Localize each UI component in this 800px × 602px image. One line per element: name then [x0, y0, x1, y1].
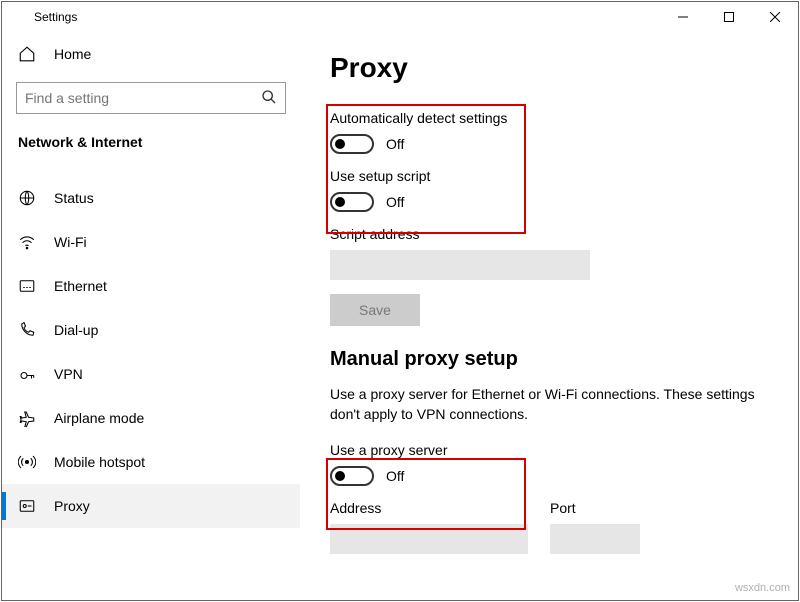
- category-title: Network & Internet: [2, 122, 300, 164]
- save-button[interactable]: Save: [330, 294, 420, 326]
- auto-detect-label: Automatically detect settings: [330, 110, 768, 126]
- script-address-label: Script address: [330, 226, 768, 242]
- sidebar-item-hotspot[interactable]: Mobile hotspot: [2, 440, 300, 484]
- port-input[interactable]: [550, 524, 640, 554]
- wifi-icon: [18, 233, 40, 251]
- window-title: Settings: [34, 10, 77, 24]
- home-link[interactable]: Home: [2, 32, 300, 76]
- setup-script-state: Off: [386, 194, 404, 210]
- use-proxy-state: Off: [386, 468, 404, 484]
- sidebar-item-label: Status: [54, 190, 94, 206]
- use-proxy-label: Use a proxy server: [330, 442, 768, 458]
- airplane-icon: [18, 409, 40, 427]
- home-icon: [18, 45, 40, 63]
- sidebar-item-status[interactable]: Status: [2, 176, 300, 220]
- sidebar-item-label: Mobile hotspot: [54, 454, 145, 470]
- port-label: Port: [550, 500, 640, 516]
- script-address-input[interactable]: [330, 250, 590, 280]
- close-button[interactable]: [752, 2, 798, 32]
- sidebar-item-label: Airplane mode: [54, 410, 144, 426]
- page-title: Proxy: [330, 52, 768, 84]
- manual-heading: Manual proxy setup: [330, 348, 768, 371]
- minimize-button[interactable]: [660, 2, 706, 32]
- sidebar-item-proxy[interactable]: Proxy: [2, 484, 300, 528]
- app-icon: [10, 9, 26, 25]
- sidebar-item-ethernet[interactable]: Ethernet: [2, 264, 300, 308]
- hotspot-icon: [18, 453, 40, 471]
- sidebar-item-label: Proxy: [54, 498, 90, 514]
- sidebar-item-dialup[interactable]: Dial-up: [2, 308, 300, 352]
- content-pane: Proxy Automatically detect settings Off …: [300, 32, 798, 600]
- globe-icon: [18, 189, 40, 207]
- setup-script-label: Use setup script: [330, 168, 768, 184]
- window-frame: Settings Home Network & Inte: [1, 1, 799, 601]
- proxy-icon: [18, 497, 40, 515]
- titlebar: Settings: [2, 2, 798, 32]
- maximize-button[interactable]: [706, 2, 752, 32]
- sidebar-item-vpn[interactable]: VPN: [2, 352, 300, 396]
- dialup-icon: [18, 321, 40, 339]
- sidebar-item-label: Ethernet: [54, 278, 107, 294]
- sidebar-item-label: Wi-Fi: [54, 234, 87, 250]
- search-icon: [261, 89, 277, 108]
- address-label: Address: [330, 500, 528, 516]
- search-field[interactable]: [25, 90, 261, 106]
- auto-detect-toggle[interactable]: [330, 134, 374, 154]
- sidebar-item-airplane[interactable]: Airplane mode: [2, 396, 300, 440]
- sidebar-item-wifi[interactable]: Wi-Fi: [2, 220, 300, 264]
- sidebar-item-label: VPN: [54, 366, 83, 382]
- ethernet-icon: [18, 277, 40, 295]
- setup-script-toggle[interactable]: [330, 192, 374, 212]
- search-input[interactable]: [16, 82, 286, 114]
- auto-detect-state: Off: [386, 136, 404, 152]
- home-label: Home: [54, 46, 91, 62]
- vpn-icon: [18, 365, 40, 383]
- address-input[interactable]: [330, 524, 528, 554]
- watermark: wsxdn.com: [735, 582, 790, 594]
- sidebar-item-label: Dial-up: [54, 322, 98, 338]
- manual-description: Use a proxy server for Ethernet or Wi-Fi…: [330, 385, 760, 424]
- use-proxy-toggle[interactable]: [330, 466, 374, 486]
- sidebar: Home Network & Internet Status W: [2, 32, 300, 600]
